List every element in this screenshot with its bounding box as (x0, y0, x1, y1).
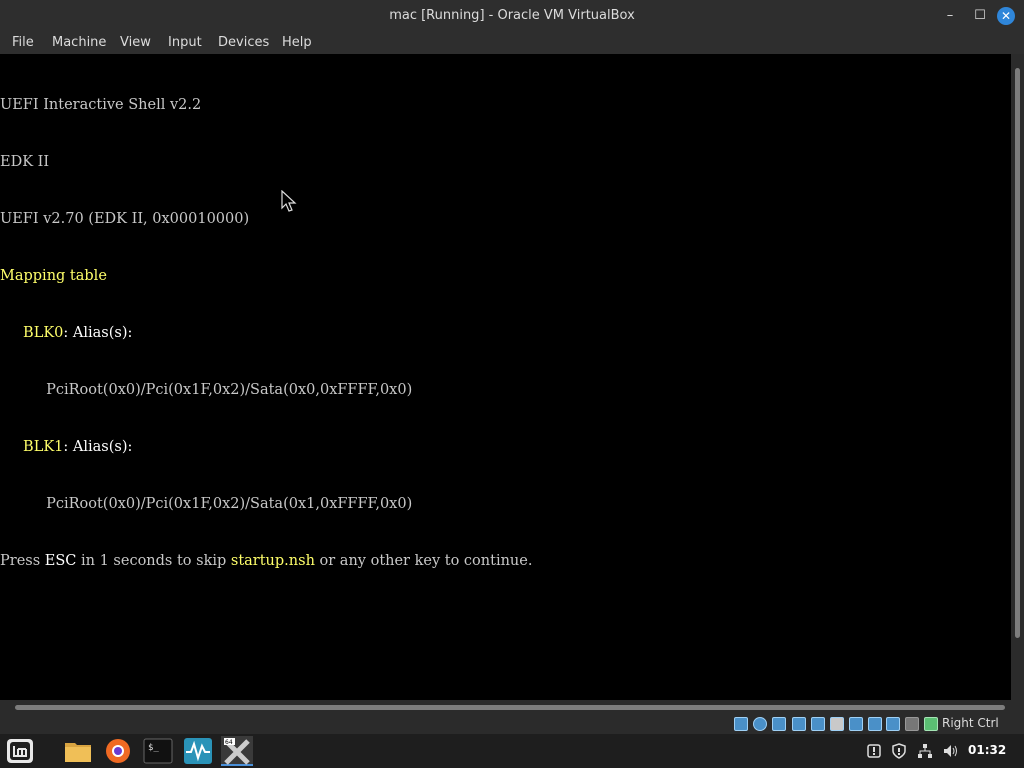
shared-folders-icon[interactable] (830, 717, 844, 731)
hard-disk-icon[interactable] (734, 717, 748, 731)
svg-text:$_: $_ (148, 743, 159, 753)
close-button[interactable]: ✕ (997, 7, 1015, 25)
mouse-pointer-icon (281, 190, 297, 212)
svg-text:64: 64 (225, 739, 233, 746)
menu-file[interactable]: File (12, 35, 34, 50)
console-line: PciRoot(0x0)/Pci(0x1F,0x2)/Sata(0x0,0xFF… (0, 381, 532, 400)
blk0-alias: : Alias(s): (63, 325, 133, 341)
startup-nsh-text: startup.nsh (230, 553, 315, 569)
blk0-path: PciRoot(0x0)/Pci(0x1F,0x2)/Sata(0x0,0xFF… (46, 382, 413, 398)
horizontal-scrollbar[interactable] (0, 700, 1024, 714)
volume-icon[interactable] (942, 743, 958, 759)
mouse-integration-icon[interactable] (905, 717, 919, 731)
horizontal-scroll-thumb[interactable] (15, 705, 1005, 710)
menu-machine[interactable]: Machine (52, 35, 106, 50)
blk1-name: BLK1 (23, 439, 64, 455)
mapping-table-heading: Mapping table (0, 268, 107, 284)
minimize-button[interactable]: – (942, 8, 958, 24)
cpu-icon[interactable] (886, 717, 900, 731)
taskbar: $_ 64 01:32 (0, 734, 1024, 768)
console-line: EDK II (0, 154, 50, 170)
network-icon[interactable] (792, 717, 806, 731)
window-title: mac [Running] - Oracle VM VirtualBox (389, 8, 635, 23)
blk0-name: BLK0 (23, 325, 64, 341)
recording-icon[interactable] (868, 717, 882, 731)
vertical-scroll-thumb[interactable] (1015, 68, 1020, 638)
optical-disk-icon[interactable] (753, 717, 767, 731)
host-key-label: Right Ctrl (942, 716, 999, 730)
press-text: Press (0, 553, 45, 569)
shield-icon[interactable] (891, 743, 907, 759)
keyboard-icon[interactable] (924, 717, 938, 731)
console-line: BLK0: Alias(s): (0, 324, 532, 343)
console-line: UEFI Interactive Shell v2.2 (0, 97, 202, 113)
console-line: BLK1: Alias(s): (0, 438, 532, 457)
vm-display[interactable]: UEFI Interactive Shell v2.2 EDK II UEFI … (0, 54, 1011, 700)
blk1-path: PciRoot(0x0)/Pci(0x1F,0x2)/Sata(0x1,0xFF… (46, 496, 413, 512)
display-icon[interactable] (849, 717, 863, 731)
maximize-button[interactable]: ☐ (972, 8, 988, 24)
terminal-icon[interactable]: $_ (142, 736, 174, 766)
seconds-text: in 1 seconds to skip (76, 553, 231, 569)
firefox-icon[interactable] (102, 736, 134, 766)
console-line: Press ESC in 1 seconds to skip startup.n… (0, 552, 532, 571)
menu-view[interactable]: View (120, 35, 151, 50)
system-monitor-icon[interactable] (182, 736, 214, 766)
network-icon[interactable] (917, 743, 933, 759)
console-line: UEFI v2.70 (EDK II, 0x00010000) (0, 211, 250, 227)
clock[interactable]: 01:32 (968, 743, 1006, 757)
menu-bar: File Machine View Input Devices Help (0, 32, 1024, 54)
title-bar: mac [Running] - Oracle VM VirtualBox – ☐… (0, 0, 1024, 32)
continue-text: or any other key to continue. (314, 553, 533, 569)
menu-input[interactable]: Input (168, 35, 202, 50)
uefi-console: UEFI Interactive Shell v2.2 EDK II UEFI … (0, 58, 532, 609)
vertical-scrollbar[interactable] (1011, 54, 1024, 700)
menu-help[interactable]: Help (282, 35, 312, 50)
virtualbox-icon[interactable]: 64 (221, 736, 253, 766)
esc-key-text: ESC (44, 553, 77, 569)
menu-icon[interactable] (4, 736, 36, 766)
update-icon[interactable] (866, 743, 882, 759)
audio-icon[interactable] (772, 717, 786, 731)
menu-devices[interactable]: Devices (218, 35, 269, 50)
blk1-alias: : Alias(s): (63, 439, 133, 455)
usb-icon[interactable] (811, 717, 825, 731)
console-line: PciRoot(0x0)/Pci(0x1F,0x2)/Sata(0x1,0xFF… (0, 495, 532, 514)
files-icon[interactable] (62, 736, 94, 766)
vm-status-bar: Right Ctrl (0, 714, 1024, 734)
